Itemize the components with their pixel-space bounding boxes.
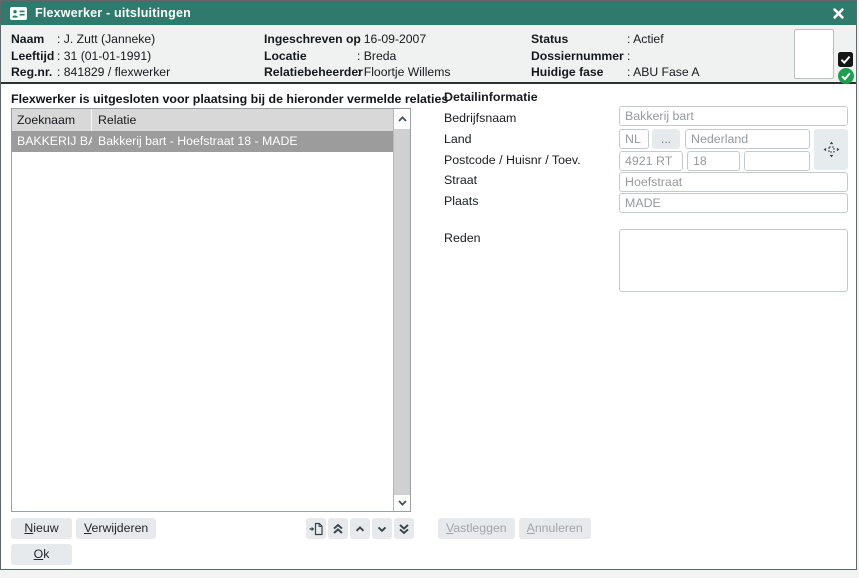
cell-zoeknaam: BAKKERIJ BA... [12,131,92,152]
annuleren-button[interactable]: Annuleren [519,518,591,539]
window-title: Flexwerker - uitsluitingen [35,6,191,20]
bedrijfsnaam-label: Bedrijfsnaam [444,111,516,125]
field-value: : 31 (01-01-1991) [57,49,151,63]
plaats-field[interactable] [619,193,848,213]
scroll-up-icon[interactable] [394,109,410,129]
list-scrollbar[interactable] [393,109,410,511]
list-row-selected[interactable]: BAKKERIJ BA... Bakkerij bart - Hoefstraa… [12,131,393,152]
double-chevron-up-icon[interactable] [328,518,348,539]
detail-section-title: Detailinformatie [444,90,538,104]
vastleggen-button[interactable]: Vastleggen [438,518,515,539]
verwijderen-button[interactable]: Verwijderen [76,518,156,539]
field-label: Dossiernummer [531,48,627,65]
field-value: : Actief [627,32,664,46]
green-check-icon [838,68,854,84]
huisnr-field[interactable] [687,151,740,171]
list-empty-area [12,152,393,511]
checked-checkbox-icon [838,52,853,67]
land-label: Land [444,132,472,146]
field-value: : ABU Fase A [627,65,699,79]
field-label: Status [531,31,627,48]
field-label: Locatie [264,48,357,65]
exclusion-caption: Flexwerker is uitgesloten voor plaatsing… [11,92,448,106]
postcode-field[interactable] [619,151,683,171]
list-header-row: Zoeknaam Relatie [12,109,393,131]
double-chevron-down-icon[interactable] [394,518,414,539]
cell-relatie: Bakkerij bart - Hoefstraat 18 - MADE [92,131,393,152]
field-label: Reg.nr. [11,64,57,81]
landcode-field[interactable] [619,129,649,149]
reden-label: Reden [444,231,481,245]
straat-field[interactable] [619,172,848,192]
scroll-down-icon[interactable] [394,495,410,511]
field-label: Huidige fase [531,64,627,81]
reden-field[interactable] [619,229,848,292]
nieuw-button[interactable]: Nieuw [11,518,72,539]
field-label: Naam [11,31,57,48]
detail-action-buttons: Vastleggen Annuleren [438,518,591,539]
list-action-buttons: Nieuw Verwijderen [11,518,156,539]
field-value: : J. Zutt (Janneke) [57,32,155,46]
column-header-zoeknaam[interactable]: Zoeknaam [12,109,92,131]
field-label: Leeftijd [11,48,57,65]
toevoeging-field[interactable] [744,151,810,171]
scrollbar-track[interactable] [394,129,410,495]
titlebar[interactable]: Flexwerker - uitsluitingen [1,1,856,25]
straat-label: Straat [444,173,477,187]
landnaam-field[interactable] [685,129,810,149]
field-value: : Floortje Willems [357,65,450,79]
person-header-column-3: Status: Actief Dossiernummer: Huidige fa… [531,31,699,81]
close-icon[interactable] [829,4,847,22]
dialog-confirm-row: Ok [11,544,72,565]
chevron-up-icon[interactable] [350,518,370,539]
plaats-label: Plaats [444,194,478,208]
field-label: Relatiebeheerder [264,64,357,81]
ok-button[interactable]: Ok [11,544,72,565]
postcode-label: Postcode / Huisnr / Toev. [444,153,581,167]
bedrijfsnaam-field[interactable] [619,106,848,126]
move-icon[interactable] [814,129,848,170]
person-header-column-1: Naam: J. Zutt (Janneke) Leeftijd: 31 (01… [11,31,170,81]
column-header-relatie[interactable]: Relatie [92,109,393,131]
field-label: Ingeschreven op [264,31,357,48]
person-header: Naam: J. Zutt (Janneke) Leeftijd: 31 (01… [1,25,856,84]
goto-record-icon[interactable] [306,518,326,539]
field-value: : 16-09-2007 [357,32,426,46]
chevron-down-icon[interactable] [372,518,392,539]
person-header-column-2: Ingeschreven op: 16-09-2007 Locatie: Bre… [264,31,450,81]
record-nav-buttons [306,518,414,539]
land-browse-button[interactable]: ... [652,129,680,149]
field-value: : [627,49,630,63]
flexwerker-uitsluitingen-dialog: Flexwerker - uitsluitingen Naam: J. Zutt… [0,0,857,570]
id-card-icon [10,7,27,20]
field-value: : Breda [357,49,396,63]
photo-placeholder [794,29,834,79]
field-value: : 841829 / flexwerker [57,65,170,79]
exclusion-list: Zoeknaam Relatie BAKKERIJ BA... Bakkerij… [11,108,411,512]
exclusion-list-body: Zoeknaam Relatie BAKKERIJ BA... Bakkerij… [12,109,393,511]
